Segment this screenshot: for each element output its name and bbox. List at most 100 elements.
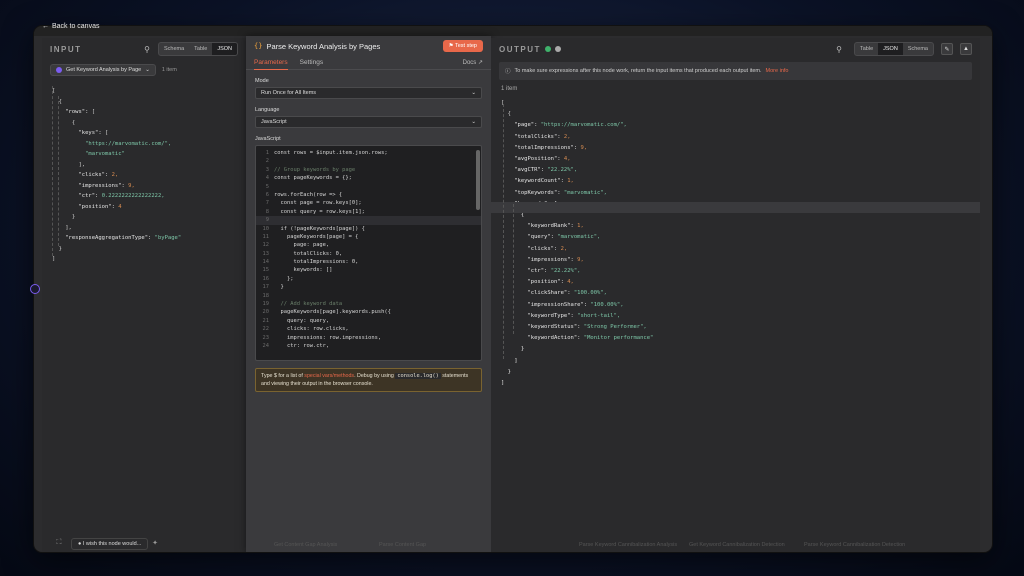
code-line: 19 // Add keyword data bbox=[256, 300, 481, 308]
json-key: "avgCTR": bbox=[514, 167, 545, 174]
code-hint: Type $ for a list of special vars/method… bbox=[255, 368, 482, 392]
json-line: "avgCTR": "22.22%", bbox=[501, 165, 980, 176]
connection-handle[interactable] bbox=[30, 284, 40, 294]
line-number: 6 bbox=[265, 191, 269, 198]
back-to-canvas-link[interactable]: ← Back to canvas bbox=[42, 23, 99, 30]
line-number: 16 bbox=[262, 275, 270, 282]
input-view-table[interactable]: Table bbox=[189, 43, 212, 55]
json-value: 9, bbox=[580, 144, 588, 151]
line-number: 14 bbox=[262, 259, 270, 266]
code-line: 9 bbox=[256, 216, 481, 225]
json-value: "short-tail", bbox=[577, 312, 621, 319]
pin-icon[interactable]: ▲ bbox=[960, 43, 972, 55]
language-select[interactable]: JavaScript ⌄ bbox=[255, 116, 482, 128]
output-view-table[interactable]: Table bbox=[855, 43, 878, 55]
info-icon[interactable] bbox=[554, 46, 561, 52]
json-key: "page": bbox=[514, 122, 538, 129]
line-number: 20 bbox=[262, 309, 270, 316]
code-line: 10 if (!pageKeywords[page]) { bbox=[256, 225, 481, 233]
json-value: "marvomatic" bbox=[85, 151, 125, 157]
code-line: 20 pageKeywords[page].keywords.push({ bbox=[256, 308, 481, 316]
input-json: [ { "rows": [ { "keys": [ "https://marvo… bbox=[42, 80, 246, 265]
json-line: ], bbox=[52, 161, 86, 168]
line-number: 21 bbox=[262, 317, 270, 324]
code-text: const rows = $input.item.json.rows; bbox=[274, 150, 388, 156]
canvas-node-label: Parse Content Gap bbox=[379, 542, 427, 548]
tidy-icon[interactable]: ✦ bbox=[148, 537, 162, 549]
code-editor[interactable]: 1 const rows = $input.item.json.rows; 2 3 //… bbox=[255, 145, 482, 361]
test-step-button[interactable]: ⚑ Test step bbox=[442, 40, 483, 52]
hint-code: console.log() bbox=[395, 373, 441, 379]
input-node-dropdown[interactable]: Get Keyword Analysis by Page ⌄ bbox=[50, 64, 156, 76]
json-line: ] bbox=[52, 256, 56, 262]
line-number: 10 bbox=[262, 225, 270, 232]
code-text: keywords: [] bbox=[274, 267, 333, 274]
output-view-json[interactable]: JSON bbox=[878, 43, 903, 55]
json-key: "query": bbox=[527, 234, 555, 241]
line-number: 4 bbox=[265, 175, 269, 182]
json-value: "https://marvomatic.com/", bbox=[540, 122, 627, 129]
json-line: "avgPosition": 4, bbox=[501, 154, 980, 165]
json-line: "position": 4 bbox=[52, 202, 246, 213]
json-value: 9, bbox=[128, 182, 135, 189]
special-vars-link[interactable]: special vars/methods bbox=[304, 373, 354, 379]
mode-value: Run Once for All Items bbox=[261, 90, 317, 96]
output-header: OUTPUT ⚲ Table JSON Schema ✎ ▲ bbox=[491, 38, 980, 60]
json-line: "topKeywords": "marvomatic", bbox=[501, 188, 980, 199]
search-icon[interactable]: ⚲ bbox=[836, 45, 842, 54]
json-line: } bbox=[501, 367, 980, 378]
code-text: ctr: row.ctr, bbox=[274, 342, 330, 349]
docs-link[interactable]: Docs ↗ bbox=[463, 59, 483, 66]
json-line: "impressions": 9, bbox=[501, 255, 980, 266]
indent-guide bbox=[52, 86, 53, 256]
node-tabs: Parameters Settings Docs ↗ bbox=[246, 56, 491, 70]
json-key: "keywordAction": bbox=[527, 335, 581, 342]
code-line: 3 // Group keywords by page bbox=[256, 166, 481, 174]
line-number: 13 bbox=[262, 250, 270, 257]
node-header: {} Parse Keyword Analysis by Pages ⚑ Tes… bbox=[246, 36, 491, 56]
tab-settings[interactable]: Settings bbox=[300, 56, 324, 70]
back-label: Back to canvas bbox=[52, 23, 100, 30]
line-number: 9 bbox=[265, 217, 269, 224]
input-header: INPUT ⚲ Schema Table JSON bbox=[42, 38, 246, 60]
ndv-window: INPUT ⚲ Schema Table JSON Get Keyword An… bbox=[34, 26, 992, 552]
search-icon[interactable]: ⚲ bbox=[144, 45, 150, 54]
json-line: "clickShare": "100.00%", bbox=[501, 288, 980, 299]
language-value: JavaScript bbox=[261, 119, 287, 125]
indent-guide bbox=[503, 104, 504, 359]
output-view-schema[interactable]: Schema bbox=[903, 43, 933, 55]
input-view-schema[interactable]: Schema bbox=[159, 43, 189, 55]
feedback-button[interactable]: ● I wish this node would... bbox=[71, 538, 149, 550]
input-view-json[interactable]: JSON bbox=[212, 43, 237, 55]
json-value: "22.22%", bbox=[550, 268, 581, 275]
mode-label: Mode bbox=[255, 78, 269, 84]
code-line: 15 keywords: [] bbox=[256, 266, 481, 274]
code-text: // Group keywords by page bbox=[274, 166, 356, 173]
code-text: clicks: row.clicks, bbox=[274, 326, 349, 333]
code-text: }; bbox=[274, 275, 294, 282]
json-value: 2, bbox=[560, 245, 568, 252]
json-key: "topKeywords": bbox=[514, 189, 561, 196]
mode-select[interactable]: Run Once for All Items ⌄ bbox=[255, 87, 482, 99]
highlighted-row bbox=[491, 202, 980, 213]
json-line: "rows": [ bbox=[65, 109, 96, 115]
tab-parameters[interactable]: Parameters bbox=[254, 56, 288, 70]
code-text: page: page, bbox=[274, 242, 330, 249]
json-key: "impressions": bbox=[78, 182, 125, 189]
json-value: 1, bbox=[567, 178, 574, 185]
more-info-link[interactable]: More info bbox=[766, 68, 789, 74]
code-text: const page = row.keys[0]; bbox=[274, 200, 362, 207]
code-text: const query = row.keys[1]; bbox=[274, 208, 365, 215]
code-line: 7 const page = row.keys[0]; bbox=[256, 199, 481, 207]
json-value: "Strong Performer", bbox=[583, 324, 647, 331]
json-line: "ctr": "22.22%", bbox=[501, 266, 980, 277]
editor-scrollbar[interactable] bbox=[476, 150, 480, 210]
json-value: 0.2222222222222222, bbox=[101, 193, 165, 199]
json-value: "22.22%", bbox=[547, 167, 578, 174]
fit-view-icon[interactable]: ⛶ bbox=[52, 537, 66, 549]
json-line: "impressionShare": "100.00%", bbox=[501, 300, 980, 311]
json-key: "keywordStatus": bbox=[527, 324, 581, 331]
json-line: "keywordAction": "Monitor performance" bbox=[501, 333, 980, 344]
json-value: 2, bbox=[563, 133, 571, 140]
edit-icon[interactable]: ✎ bbox=[941, 43, 953, 55]
